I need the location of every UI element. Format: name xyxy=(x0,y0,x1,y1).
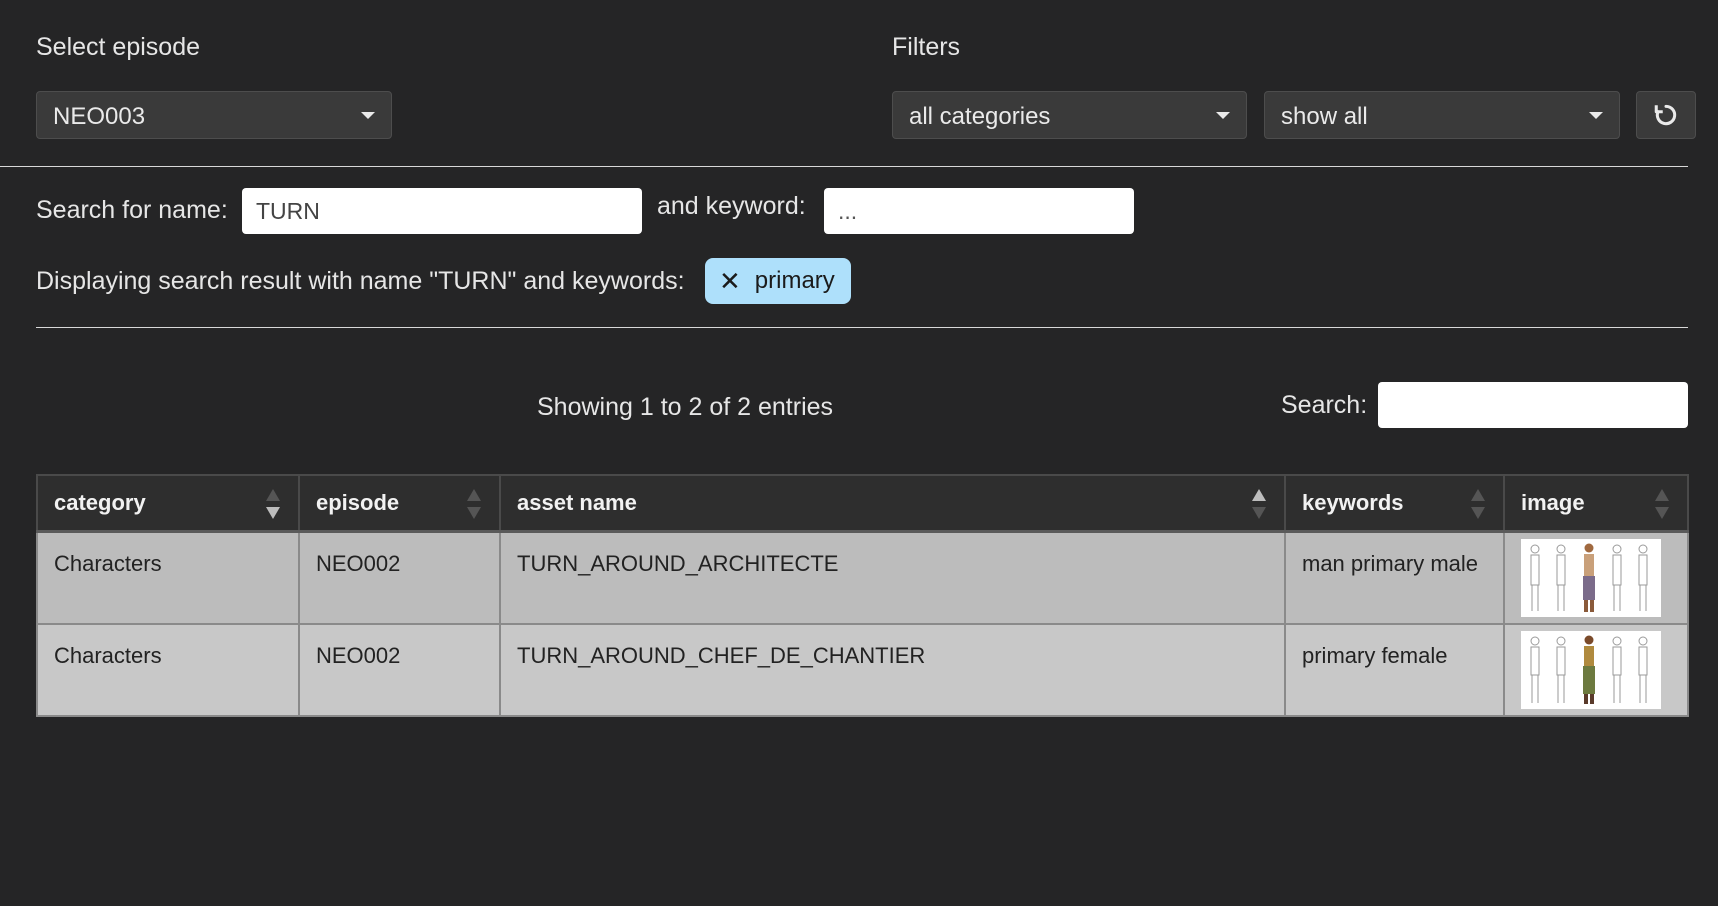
character-turnaround-thumbnail-icon[interactable] xyxy=(1521,538,1661,617)
table-search-label: Search: xyxy=(1281,391,1368,419)
name-search-input[interactable] xyxy=(242,188,642,234)
column-header-label: image xyxy=(1521,489,1585,515)
keyword-chip: ✕ primary xyxy=(705,258,851,304)
keyword-chip-label: primary xyxy=(754,267,835,294)
sort-icon xyxy=(1655,489,1669,519)
table-row[interactable]: Characters NEO002 TURN_AROUND_ARCHITECTE… xyxy=(36,531,1689,625)
sort-icon xyxy=(467,489,481,519)
top-divider xyxy=(0,166,1688,167)
episode-select-value: NEO003 xyxy=(53,103,146,130)
chevron-down-icon xyxy=(361,112,375,119)
cell-asset-name: TURN_AROUND_ARCHITECTE xyxy=(499,531,1286,625)
sort-icon xyxy=(266,489,280,519)
cell-image xyxy=(1503,623,1689,717)
column-header-label: category xyxy=(54,489,146,515)
asset-browser-page: Select episode NEO003 Filters all catego… xyxy=(0,0,1718,906)
column-header-label: asset name xyxy=(517,489,637,515)
column-header-category[interactable]: category xyxy=(36,474,300,533)
show-filter-value: show all xyxy=(1281,103,1368,130)
close-icon[interactable]: ✕ xyxy=(719,268,741,294)
sort-icon xyxy=(1471,489,1485,519)
cell-episode: NEO002 xyxy=(298,531,501,625)
column-header-label: keywords xyxy=(1302,489,1404,515)
table-info: Showing 1 to 2 of 2 entries xyxy=(537,393,834,421)
category-filter-value: all categories xyxy=(909,103,1051,130)
cell-episode: NEO002 xyxy=(298,623,501,717)
refresh-icon xyxy=(1654,104,1677,126)
keyword-label: and keyword: xyxy=(657,192,806,220)
select-episode-label: Select episode xyxy=(36,33,201,61)
table-header-row: category episode asset name keywords ima… xyxy=(36,474,1689,533)
filters-label: Filters xyxy=(892,33,961,61)
chevron-down-icon xyxy=(1589,112,1603,119)
table-row[interactable]: Characters NEO002 TURN_AROUND_CHEF_DE_CH… xyxy=(36,623,1689,717)
column-header-label: episode xyxy=(316,489,400,515)
episode-select[interactable]: NEO003 xyxy=(36,91,392,139)
column-header-asset-name[interactable]: asset name xyxy=(499,474,1286,533)
cell-image xyxy=(1503,531,1689,625)
search-divider xyxy=(36,327,1688,328)
assets-table: category episode asset name keywords ima… xyxy=(36,474,1689,717)
cell-keywords: primary female xyxy=(1284,623,1505,717)
table-search-input[interactable] xyxy=(1378,382,1688,428)
column-header-episode[interactable]: episode xyxy=(298,474,501,533)
keyword-search-input[interactable] xyxy=(824,188,1134,234)
chevron-down-icon xyxy=(1216,112,1230,119)
cell-category: Characters xyxy=(36,531,300,625)
cell-category: Characters xyxy=(36,623,300,717)
category-filter-select[interactable]: all categories xyxy=(892,91,1247,139)
search-result-text: Displaying search result with name "TURN… xyxy=(36,267,685,295)
column-header-keywords[interactable]: keywords xyxy=(1284,474,1505,533)
cell-keywords: man primary male xyxy=(1284,531,1505,625)
character-turnaround-thumbnail-icon[interactable] xyxy=(1521,630,1661,709)
cell-asset-name: TURN_AROUND_CHEF_DE_CHANTIER xyxy=(499,623,1286,717)
reset-filters-button[interactable] xyxy=(1636,91,1696,139)
show-filter-select[interactable]: show all xyxy=(1264,91,1620,139)
column-header-image[interactable]: image xyxy=(1503,474,1689,533)
sort-icon xyxy=(1252,489,1266,519)
search-name-label: Search for name: xyxy=(36,196,228,224)
